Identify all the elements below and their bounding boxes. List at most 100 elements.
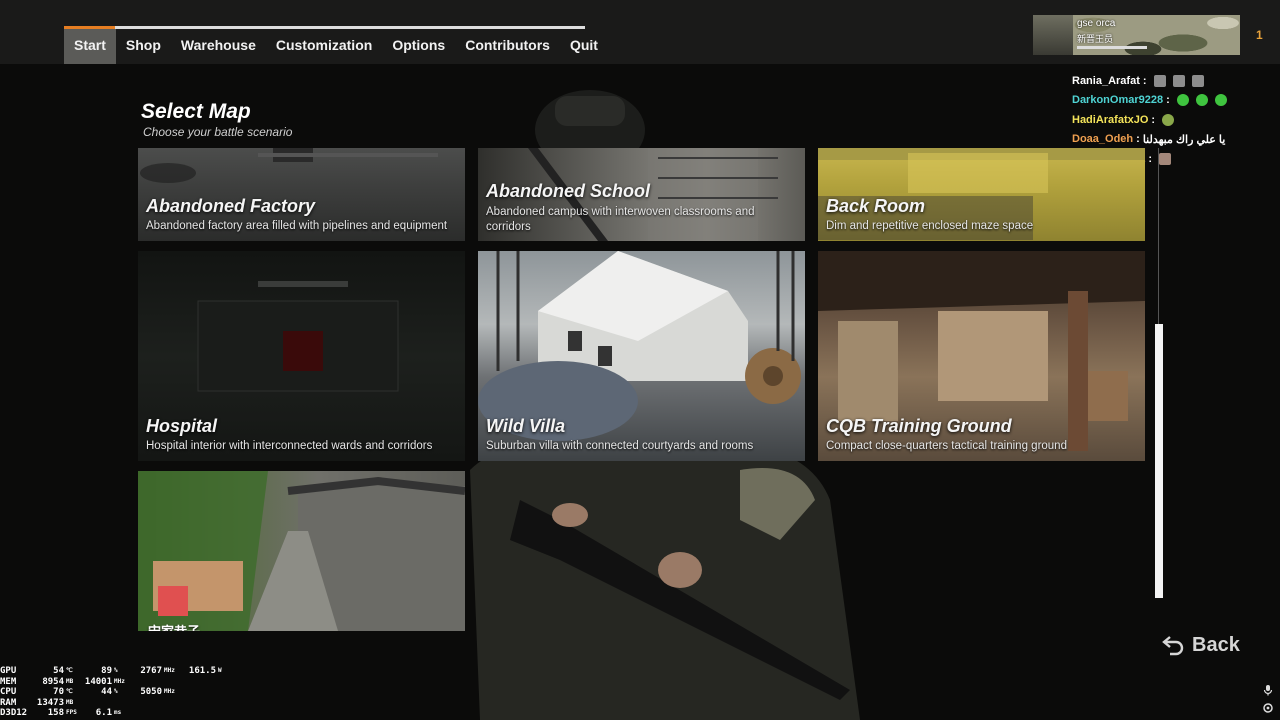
map-name: Abandoned Factory: [146, 196, 316, 216]
player-name: gse orca: [1077, 18, 1116, 29]
nav-warehouse[interactable]: Warehouse: [171, 29, 266, 64]
chat-separator: :: [1148, 152, 1153, 165]
chat-message: Doaa_Odeh : يا علي راك مبهدلنا: [1072, 130, 1227, 150]
perf-cell: [162, 698, 182, 709]
alley-sign-text: 宋家巷子: [148, 621, 200, 631]
perf-cell: %: [114, 688, 118, 695]
perf-cell: 13473: [36, 697, 64, 708]
player-profile-card[interactable]: gse orca 新晋王员: [1033, 15, 1240, 55]
perf-cell: [216, 677, 228, 688]
chat-username[interactable]: DarkonOmar9228: [1072, 94, 1163, 106]
map-card-back-room[interactable]: Back Room Dim and repetitive enclosed ma…: [818, 148, 1145, 241]
perf-cell: [182, 677, 216, 688]
perf-cell: RAM: [0, 697, 17, 708]
back-button[interactable]: Back: [1162, 634, 1240, 657]
map-card-abandoned-factory[interactable]: Abandoned Factory Abandoned factory area…: [138, 148, 465, 241]
map-description: Abandoned factory area filled with pipel…: [146, 220, 448, 232]
map-description: Abandoned campus with interwoven classro…: [486, 206, 755, 233]
perf-cell: MHz: [164, 667, 175, 674]
perf-cell: MB: [66, 698, 74, 706]
perf-cell: 14001: [84, 676, 112, 687]
emote-icon: [1195, 94, 1208, 107]
perf-cell: [216, 687, 228, 698]
perf-cell: 70: [53, 687, 64, 697]
chat-separator: :: [1151, 113, 1156, 126]
emote-icon: [1191, 74, 1204, 87]
chat-username[interactable]: Doaa_Odeh: [1072, 133, 1133, 145]
perf-cell: 161.5: [188, 666, 216, 676]
perf-cell: ms: [114, 709, 122, 716]
perf-cell: 54: [53, 666, 64, 676]
perf-cell: 2767: [140, 666, 162, 676]
perf-cell: [132, 698, 162, 709]
map-card-alley[interactable]: 宋家巷子: [138, 471, 465, 631]
perf-row: RAM 13473 MB: [0, 698, 228, 709]
perf-cell: ℃: [66, 688, 73, 695]
page-subtitle: Choose your battle scenario: [143, 125, 293, 139]
perf-cell: %: [114, 667, 118, 674]
perf-row: CPU 70 ℃ 44% 5050 MHz: [0, 687, 228, 698]
settings-icon[interactable]: [1262, 702, 1274, 714]
chat-separator: :: [1166, 94, 1170, 107]
perf-cell: MHz: [164, 688, 175, 695]
perf-cell: [112, 698, 132, 709]
map-card-wild-villa[interactable]: Wild Villa Suburban villa with connected…: [478, 251, 805, 461]
back-label: Back: [1192, 634, 1240, 656]
perf-cell: MEM: [0, 676, 17, 687]
emote-icon: [1153, 74, 1166, 87]
chat-text: يا علي راك مبهدلنا: [1142, 133, 1226, 146]
perf-cell: 6.1: [95, 708, 112, 718]
map-description: Compact close-quarters tactical training…: [826, 440, 1067, 452]
player-level: 1: [1256, 28, 1263, 42]
perf-row: MEM 8954 MB 14001 MHz: [0, 677, 228, 688]
perf-cell: MHz: [114, 677, 125, 685]
chat-separator: :: [1136, 133, 1140, 146]
scrollbar-thumb[interactable]: [1155, 324, 1163, 598]
xp-bar: [1077, 46, 1147, 49]
perf-cell: MB: [66, 677, 74, 685]
perf-cell: FPS: [66, 709, 77, 716]
microphone-icon[interactable]: [1262, 684, 1274, 696]
perf-cell: [132, 708, 162, 719]
nav-options[interactable]: Options: [382, 29, 455, 64]
perf-cell: [216, 698, 228, 709]
perf-cell: CPU: [0, 687, 17, 697]
avatar: [1033, 15, 1073, 55]
performance-overlay: GPU 54 ℃ 89% 2767 MHz 161.5 W MEM 8954 MB 14001 MHz C…: [0, 666, 228, 719]
nav-shop[interactable]: Shop: [116, 29, 171, 64]
nav-contributors[interactable]: Contributors: [455, 29, 560, 64]
emote-icon: [1214, 94, 1227, 107]
perf-cell: 44: [101, 687, 112, 697]
map-description: Suburban villa with connected courtyards…: [486, 440, 754, 452]
map-thumbnail: [138, 471, 465, 631]
scrollbar-track-line: [1158, 148, 1159, 324]
nav-quit[interactable]: Quit: [560, 29, 608, 64]
map-card-cqb-training-ground[interactable]: CQB Training Ground Compact close-quarte…: [818, 251, 1145, 461]
chat-message: HadiArafatxJO :: [1072, 110, 1227, 130]
perf-row: GPU 54 ℃ 89% 2767 MHz 161.5 W: [0, 666, 228, 677]
perf-cell: 8954: [42, 676, 64, 687]
page-title: Select Map: [141, 100, 251, 123]
chat-username[interactable]: Rania_Arafat: [1072, 75, 1140, 87]
map-name: CQB Training Ground: [826, 416, 1012, 436]
main-nav: Start Shop Warehouse Customization Options Co…: [64, 29, 608, 64]
map-description: Hospital interior with interconnected wa…: [146, 440, 433, 452]
nav-customization[interactable]: Customization: [266, 29, 382, 64]
perf-cell: D3D12: [0, 708, 28, 718]
map-card-abandoned-school[interactable]: Abandoned School Abandoned campus with i…: [478, 148, 805, 241]
perf-cell: 89: [101, 666, 112, 676]
perf-cell: [162, 708, 182, 719]
perf-cell: W: [218, 667, 222, 674]
map-card-hospital[interactable]: Hospital Hospital interior with intercon…: [138, 251, 465, 461]
perf-cell: [132, 677, 162, 688]
chat-username[interactable]: HadiArafatxJO: [1072, 114, 1148, 126]
chat-separator: :: [1142, 74, 1147, 87]
perf-cell: 158: [47, 708, 64, 718]
perf-cell: GPU: [0, 666, 17, 676]
perf-cell: [162, 677, 182, 688]
map-name: Wild Villa: [486, 416, 566, 436]
emote-icon: [1172, 74, 1185, 87]
perf-cell: [182, 708, 216, 719]
map-name: Hospital: [146, 416, 218, 436]
nav-start[interactable]: Start: [64, 29, 116, 64]
